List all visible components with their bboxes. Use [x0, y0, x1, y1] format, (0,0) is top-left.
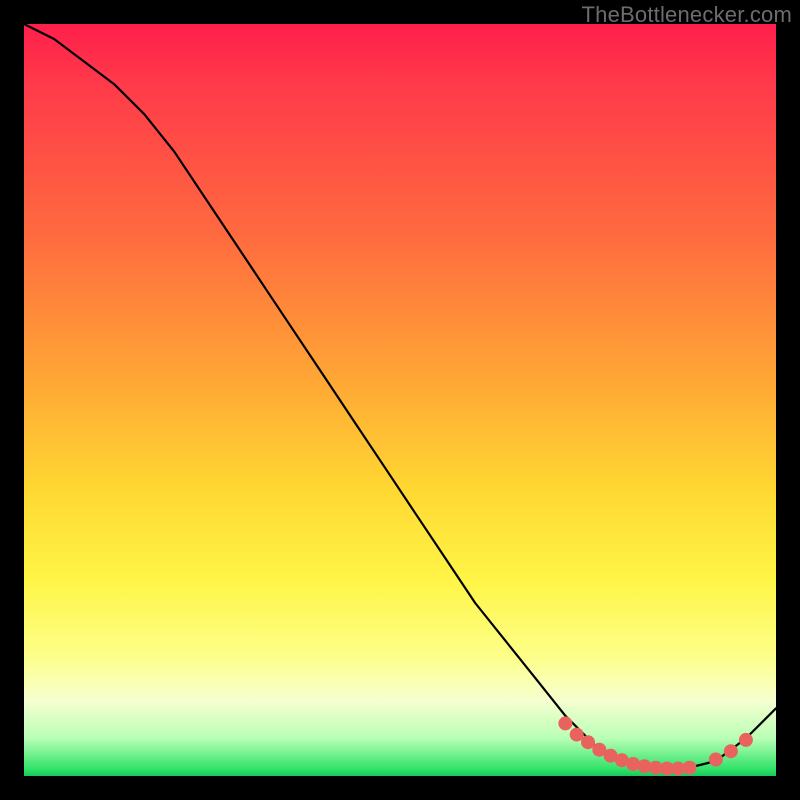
- highlight-dots: [558, 716, 753, 775]
- chart-frame: TheBottlenecker.com: [0, 0, 800, 800]
- highlight-dot: [724, 744, 738, 758]
- highlight-dot: [683, 761, 697, 775]
- highlight-dot: [709, 753, 723, 767]
- curve-line: [24, 24, 776, 769]
- watermark-text: TheBottlenecker.com: [582, 2, 792, 28]
- plot-area: [24, 24, 776, 776]
- chart-svg: [24, 24, 776, 776]
- highlight-dot: [739, 733, 753, 747]
- highlight-dot: [558, 716, 572, 730]
